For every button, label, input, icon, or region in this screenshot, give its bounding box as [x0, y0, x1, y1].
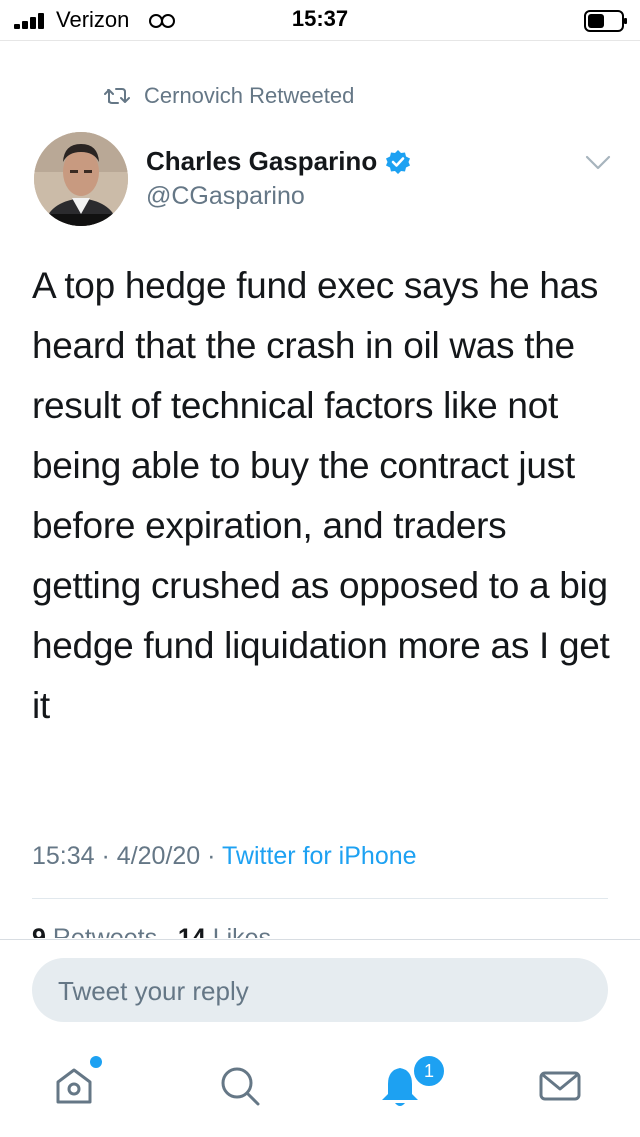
author-name-row[interactable]: Charles Gasparino [146, 146, 411, 177]
tweet-text: A top hedge fund exec says he has heard … [32, 265, 610, 726]
verified-icon [386, 149, 411, 174]
home-new-dot [90, 1056, 102, 1068]
notifications-badge: 1 [412, 1054, 446, 1088]
retweet-header[interactable]: Cernovich Retweeted [104, 82, 354, 110]
divider [32, 898, 608, 899]
status-bar: Verizon 15:37 [0, 0, 640, 41]
retweets-count[interactable]: 9 [32, 924, 46, 938]
likes-count[interactable]: 14 [178, 924, 206, 938]
messages-icon[interactable] [536, 1062, 584, 1110]
likes-label[interactable]: Likes [213, 924, 271, 938]
author-name: Charles Gasparino [146, 146, 378, 176]
tweet-time: 15:34 [32, 842, 95, 870]
retweet-label: Cernovich Retweeted [144, 83, 355, 108]
reply-input[interactable]: Tweet your reply [32, 958, 608, 1022]
search-icon[interactable] [216, 1062, 264, 1110]
retweets-label[interactable]: Retweets [53, 924, 157, 938]
tweet-meta: 15:34 · 4/20/20 · Twitter for iPhone [32, 842, 417, 871]
meta-separator: · [207, 842, 216, 870]
tweet-date: 4/20/20 [116, 842, 201, 870]
reply-placeholder: Tweet your reply [58, 976, 249, 1006]
retweet-icon [104, 88, 130, 104]
chevron-down-icon[interactable] [584, 154, 612, 172]
tweet-source-link[interactable]: Twitter for iPhone [222, 842, 417, 870]
battery-icon [584, 10, 627, 32]
home-icon[interactable] [50, 1062, 98, 1110]
tweet-stats: 9 Retweets 14 Likes [32, 918, 632, 938]
meta-separator: · [101, 842, 110, 870]
avatar[interactable] [34, 132, 128, 226]
status-time: 15:37 [291, 6, 349, 31]
author-handle[interactable]: @CGasparino [146, 182, 305, 211]
